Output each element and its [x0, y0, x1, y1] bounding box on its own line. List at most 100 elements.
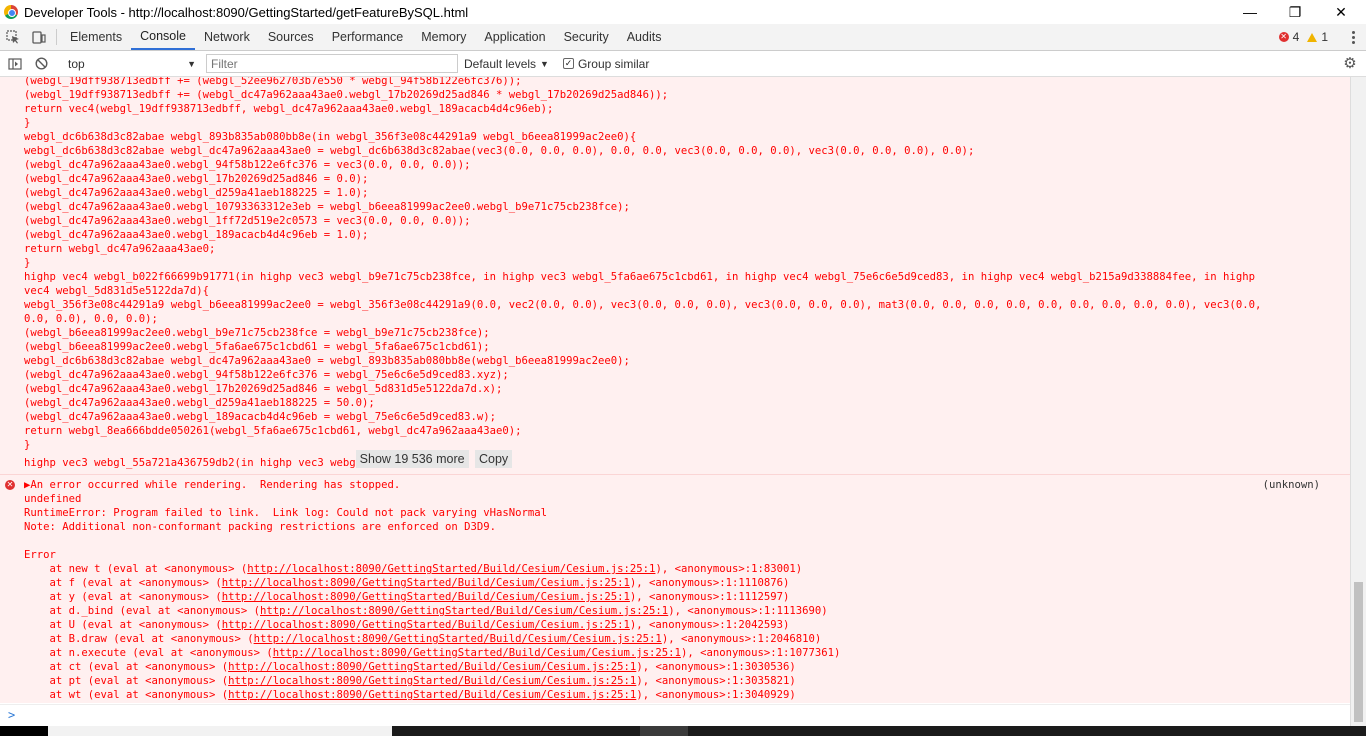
code-line: return webgl_dc47a962aaa43ae0; — [24, 243, 216, 255]
tab-application[interactable]: Application — [475, 24, 554, 50]
code-line: (webgl_19dff938713edbff += (webgl_dc47a9… — [24, 89, 669, 101]
console-message-shader-source: (webgl_19dff938713edbff += (webgl_52ee96… — [0, 77, 1350, 475]
stack-frame-link[interactable]: http://localhost:8090/GettingStarted/Bui… — [222, 619, 630, 631]
close-button[interactable]: ✕ — [1318, 0, 1364, 24]
inspect-element-icon[interactable] — [0, 24, 26, 50]
warning-count: 1 — [1321, 30, 1328, 44]
code-line: } — [24, 117, 31, 129]
stack-frame: at new t (eval at <anonymous> (http://lo… — [24, 562, 1330, 576]
stack-frame: at f (eval at <anonymous> (http://localh… — [24, 576, 1330, 590]
stack-frame-link[interactable]: http://localhost:8090/GettingStarted/Bui… — [247, 563, 655, 575]
code-line: (webgl_dc47a962aaa43ae0.webgl_17b20269d2… — [24, 173, 369, 185]
code-line: (webgl_dc47a962aaa43ae0.webgl_d259a41aeb… — [24, 397, 375, 409]
code-line: return webgl_8ea666bdde050261(webgl_5fa6… — [24, 425, 522, 437]
stack-frame: at pt (eval at <anonymous> (http://local… — [24, 674, 1330, 688]
taskbar-search-box[interactable] — [48, 726, 392, 736]
stack-frame-link[interactable]: http://localhost:8090/GettingStarted/Bui… — [222, 577, 630, 589]
code-line: webgl_dc6b638d3c82abae webgl_893b835ab08… — [24, 131, 637, 143]
stack-frame-prefix: at n.execute (eval at <anonymous> ( — [24, 647, 273, 659]
stack-frame-link[interactable]: http://localhost:8090/GettingStarted/Bui… — [228, 689, 636, 701]
code-line: (webgl_dc47a962aaa43ae0.webgl_17b20269d2… — [24, 383, 503, 395]
console-toolbar: top ▼ Default levels ▼ ✓ Group similar ⚙ — [0, 51, 1366, 77]
tab-audits[interactable]: Audits — [618, 24, 671, 50]
code-line: (webgl_dc47a962aaa43ae0.webgl_189acacb4d… — [24, 229, 369, 241]
stack-frame-link[interactable]: http://localhost:8090/GettingStarted/Bui… — [222, 591, 630, 603]
stack-frame-prefix: at pt (eval at <anonymous> ( — [24, 675, 229, 687]
error-line: undefined — [24, 493, 82, 505]
error-line: Error — [24, 549, 56, 561]
log-levels-dropdown[interactable]: Default levels ▼ — [464, 57, 549, 71]
error-line: RuntimeError: Program failed to link. Li… — [24, 507, 547, 519]
filter-input[interactable] — [206, 54, 458, 73]
scrollbar-thumb[interactable] — [1354, 582, 1363, 722]
console-message-error: ✕ (unknown) ▶An error occurred while ren… — [0, 475, 1350, 703]
code-line: } — [24, 257, 31, 269]
stack-frame-suffix: ), <anonymous>:1:2042593) — [629, 619, 790, 631]
error-count-icon: ✕ — [1278, 32, 1289, 42]
code-line: vec4 webgl_5d831d5e5122da7d){ — [24, 285, 209, 297]
vertical-scrollbar[interactable] — [1350, 77, 1366, 726]
issue-counters[interactable]: ✕ 4 1 — [1278, 24, 1366, 50]
stack-frame-suffix: ), <anonymous>:1:1113690) — [668, 605, 828, 617]
truncated-code-line: highp vec3 webgl_55a721a436759db2(in hig… — [24, 450, 1330, 474]
taskbar-segment — [0, 726, 48, 736]
console-prompt[interactable]: > — [0, 704, 1350, 726]
code-line: (webgl_19dff938713edbff += (webgl_52ee96… — [24, 77, 522, 87]
stack-frame-link[interactable]: http://localhost:8090/GettingStarted/Bui… — [254, 633, 662, 645]
stack-frame-link[interactable]: http://localhost:8090/GettingStarted/Bui… — [273, 647, 681, 659]
copy-button[interactable]: Copy — [474, 450, 513, 468]
stack-frame: at d._bind (eval at <anonymous> (http://… — [24, 604, 1330, 618]
context-label: top — [68, 56, 85, 71]
stack-frame-suffix: ), <anonymous>:1:3035821) — [636, 675, 796, 687]
gear-icon[interactable]: ⚙ — [1342, 56, 1358, 72]
stack-frame: at n.execute (eval at <anonymous> (http:… — [24, 646, 1330, 660]
taskbar-active-app[interactable] — [640, 726, 688, 736]
code-line: webgl_dc6b638d3c82abae webgl_dc47a962aaa… — [24, 355, 630, 367]
show-sidebar-icon[interactable] — [2, 57, 28, 70]
divider — [56, 29, 57, 45]
stack-frame-prefix: at f (eval at <anonymous> ( — [24, 577, 222, 589]
message-source: (unknown) — [1262, 479, 1320, 491]
chevron-down-icon: ▼ — [187, 58, 196, 69]
tab-memory[interactable]: Memory — [412, 24, 475, 50]
code-line: (webgl_dc47a962aaa43ae0.webgl_1ff72d519e… — [24, 215, 471, 227]
stack-frame: at U (eval at <anonymous> (http://localh… — [24, 618, 1330, 632]
window-titlebar: Developer Tools - http://localhost:8090/… — [0, 0, 1366, 24]
stack-frame-suffix: ), <anonymous>:1:1110876) — [629, 577, 790, 589]
more-options-icon[interactable] — [1346, 30, 1360, 44]
tab-network[interactable]: Network — [195, 24, 259, 50]
tab-performance[interactable]: Performance — [323, 24, 413, 50]
tab-sources[interactable]: Sources — [259, 24, 323, 50]
os-taskbar — [0, 726, 1366, 736]
stack-frame-link[interactable]: http://localhost:8090/GettingStarted/Bui… — [260, 605, 668, 617]
stack-frame: at wt (eval at <anonymous> (http://local… — [24, 688, 1330, 702]
code-line: (webgl_dc47a962aaa43ae0.webgl_94f58b122e… — [24, 159, 471, 171]
code-line: (webgl_dc47a962aaa43ae0.webgl_d259a41aeb… — [24, 187, 369, 199]
group-similar-checkbox[interactable]: ✓ — [562, 58, 574, 69]
code-line: return vec4(webgl_19dff938713edbff, webg… — [24, 103, 554, 115]
context-selector[interactable]: top ▼ — [62, 54, 202, 74]
stack-frame-prefix: at y (eval at <anonymous> ( — [24, 591, 222, 603]
show-more-button[interactable]: Show 19 536 more — [355, 450, 469, 468]
error-blank-line — [24, 534, 1330, 548]
error-count: 4 — [1292, 30, 1300, 44]
code-line: highp vec4 webgl_b022f66699b91771(in hig… — [24, 271, 1255, 283]
stack-frame-link[interactable]: http://localhost:8090/GettingStarted/Bui… — [228, 675, 636, 687]
stack-frame-link[interactable]: http://localhost:8090/GettingStarted/Bui… — [228, 661, 636, 673]
device-toolbar-icon[interactable] — [26, 24, 52, 50]
tab-console[interactable]: Console — [131, 24, 195, 50]
stack-frame-prefix: at wt (eval at <anonymous> ( — [24, 689, 229, 701]
restore-button[interactable]: ❐ — [1272, 0, 1318, 24]
stack-frame: at B.draw (eval at <anonymous> (http://l… — [24, 632, 1330, 646]
devtools-tabbar: Elements Console Network Sources Perform… — [0, 24, 1366, 51]
clear-console-icon[interactable] — [28, 57, 54, 70]
minimize-button[interactable]: — — [1227, 0, 1273, 24]
code-line: (webgl_b6eea81999ac2ee0.webgl_b9e71c75cb… — [24, 327, 490, 339]
tab-security[interactable]: Security — [555, 24, 618, 50]
stack-frame-prefix: at d._bind (eval at <anonymous> ( — [24, 605, 261, 617]
stack-trace: at new t (eval at <anonymous> (http://lo… — [24, 562, 1330, 702]
code-line: (webgl_dc47a962aaa43ae0.webgl_94f58b122e… — [24, 369, 509, 381]
stack-frame: at ct (eval at <anonymous> (http://local… — [24, 660, 1330, 674]
error-summary[interactable]: ▶An error occurred while rendering. Rend… — [24, 478, 1330, 492]
tab-elements[interactable]: Elements — [61, 24, 131, 50]
